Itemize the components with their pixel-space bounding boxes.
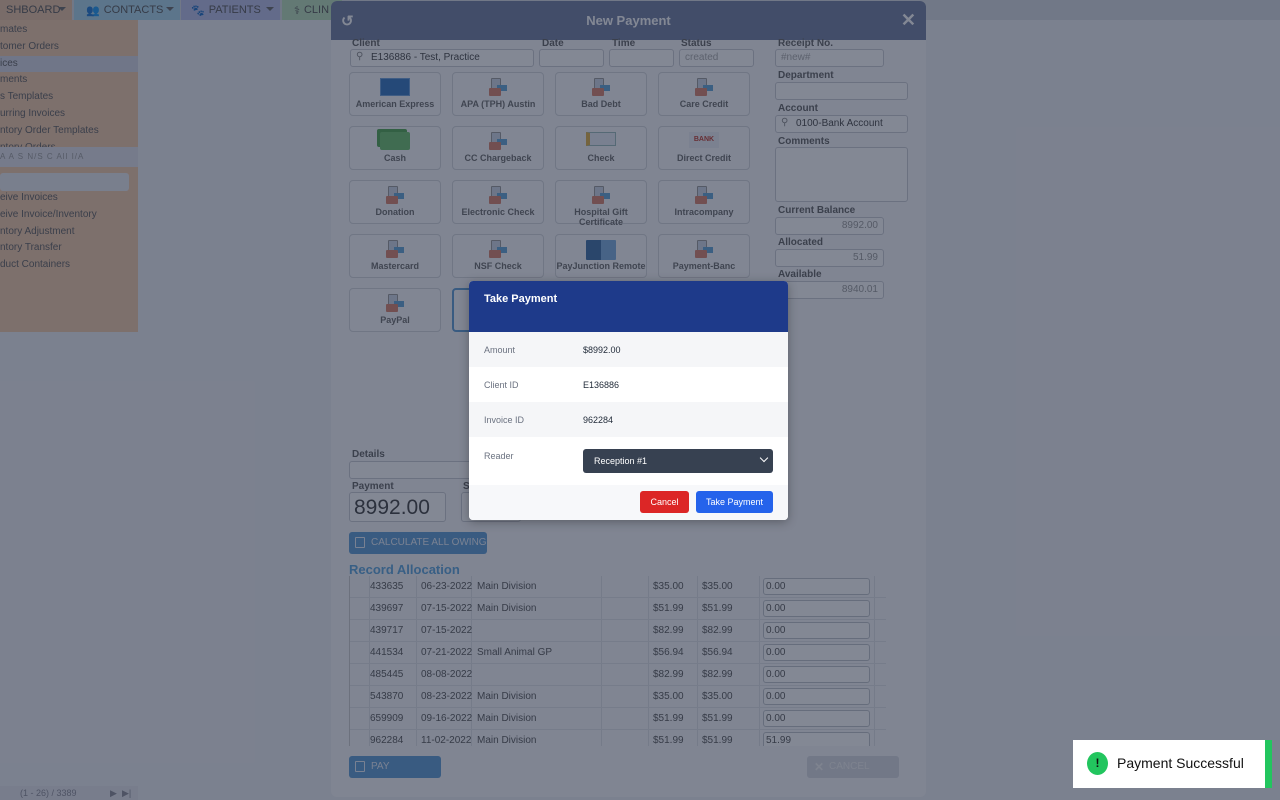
client-id-row: Client ID E136886	[469, 367, 788, 402]
take-payment-dialog: Take Payment Amount $8992.00 Client ID E…	[469, 281, 788, 520]
take-payment-header: Take Payment	[469, 281, 788, 332]
toast-message: Payment Successful	[1117, 755, 1244, 771]
amount-label: Amount	[484, 344, 516, 355]
success-toast: ! Payment Successful	[1073, 740, 1272, 788]
amount-row: Amount $8992.00	[469, 332, 788, 367]
reader-select[interactable]: Reception #1	[583, 449, 773, 473]
invoice-id-label: Invoice ID	[484, 414, 525, 425]
take-payment-button[interactable]: Take Payment	[696, 491, 773, 513]
dialog-title: Take Payment	[484, 293, 558, 305]
chevron-down-icon	[759, 453, 769, 463]
invoice-id-value: 962284	[583, 414, 614, 425]
amount-value: $8992.00	[583, 344, 621, 355]
dialog-footer: Cancel Take Payment	[469, 485, 788, 520]
client-id-value: E136886	[583, 379, 620, 390]
reader-label: Reader	[484, 451, 514, 461]
reader-selected-value: Reception #1	[594, 456, 648, 466]
dialog-cancel-button[interactable]: Cancel	[640, 491, 689, 513]
invoice-id-row: Invoice ID 962284	[469, 402, 788, 437]
reader-row: Reader Reception #1	[469, 437, 788, 485]
alert-icon: !	[1087, 752, 1108, 775]
client-id-label: Client ID	[484, 379, 519, 390]
